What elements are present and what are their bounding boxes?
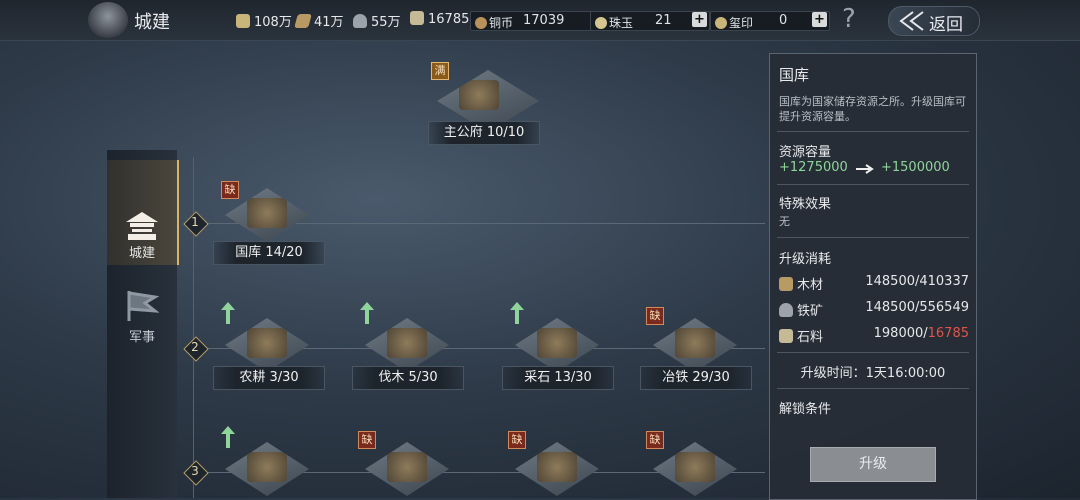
main-hall-label: 主公府 10/10 [428,121,540,145]
nav-item-city[interactable]: 城建 [107,160,179,265]
insufficient-value: 16785 [927,326,969,341]
iron-icon [779,303,793,317]
stone-resource: 16785 [410,11,469,27]
wood-resource: 41万 [294,11,344,30]
divider [777,352,969,353]
effect-title: 特殊效果 [779,197,832,212]
divider [777,388,969,389]
upgrade-arrow-icon [221,302,235,324]
jade-icon [595,17,607,29]
page-title: 城建 [134,12,170,33]
cost-row-iron: 铁矿 148500/556549 [779,300,969,319]
iron-resource: 55万 [353,11,401,30]
smelter-label: 冶铁 29/30 [640,366,752,390]
iron-icon [353,14,367,28]
back-arrow-icon [899,11,924,31]
help-button[interactable]: ? [842,4,856,34]
workshop-building[interactable] [653,442,737,496]
unlock-title: 解锁条件 [779,402,832,417]
row-number: 3 [191,464,199,478]
lacking-tag: 缺 [646,431,664,449]
panel-description: 国库为国家储存资源之所。升级国库可提升资源容量。 [779,95,966,123]
divider [777,131,969,132]
lacking-tag: 缺 [508,431,526,449]
arrow-right-icon [856,164,874,174]
capacity-to: +1500000 [881,160,950,175]
food-icon [236,14,250,28]
copper-coin-icon [475,17,487,29]
effect-value: 无 [779,215,790,228]
panel-title: 国库 [779,66,810,84]
farm-label: 农耕 3/30 [213,366,325,390]
cost-row-stone: 石料 198000/16785 [779,326,969,345]
nav-item-military[interactable]: 军事 [107,285,177,355]
add-jade-button[interactable]: + [692,12,707,27]
cost-row-wood: 木材 148500/410337 [779,274,969,293]
wood-icon [779,277,793,291]
lacking-tag: 缺 [358,431,376,449]
treasury-label: 国库 14/20 [213,241,325,265]
lacking-tag: 缺 [646,307,664,325]
divider [777,184,969,185]
quarry-label: 采石 13/30 [502,366,614,390]
full-tag: 满 [431,62,449,80]
food-resource: 108万 [236,11,292,30]
capacity-from: +1275000 [779,160,848,175]
upgrade-arrow-icon [510,302,524,324]
capacity-title: 资源容量 [779,145,832,160]
barracks-building[interactable] [515,442,599,496]
tree-spine [193,157,194,498]
farm-building[interactable] [225,318,309,372]
stone-icon [410,11,424,25]
smelter-building[interactable] [653,318,737,372]
wood-icon [294,14,312,28]
divider [777,237,969,238]
quarry-building[interactable] [515,318,599,372]
seal-icon [715,17,727,29]
helmet-icon [88,2,128,38]
lacking-tag: 缺 [221,181,239,199]
upgrade-arrow-icon [360,302,374,324]
upgrade-button[interactable]: 升级 [810,447,936,482]
lumber-building[interactable] [365,318,449,372]
add-seal-button[interactable]: + [812,12,827,27]
lumber-label: 伐木 5/30 [352,366,464,390]
flag-icon [127,291,159,321]
back-button[interactable]: 返回 [888,6,980,36]
palace-icon [126,212,158,240]
upgrade-arrow-icon [221,426,235,448]
market-building[interactable] [225,442,309,496]
cost-title: 升级消耗 [779,252,832,267]
mint-building[interactable] [365,442,449,496]
upgrade-time: 升级时间：1天16:00:00 [800,366,946,381]
building-detail-panel: 国库 国库为国家储存资源之所。升级国库可提升资源容量。 资源容量 +127500… [769,53,977,500]
row-number: 2 [191,340,199,354]
row-number: 1 [191,215,199,229]
stone-icon [779,329,793,343]
